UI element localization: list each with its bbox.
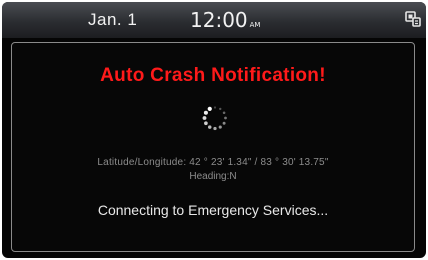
spinner-dot xyxy=(218,125,222,129)
spinner-dot xyxy=(207,106,212,112)
spinner-dot xyxy=(213,126,217,131)
status-date: Jan. 1 xyxy=(88,10,138,29)
dialog-title: Auto Crash Notification! xyxy=(100,65,326,86)
heading-direction: Heading:N xyxy=(189,171,237,182)
loading-spinner-icon xyxy=(202,106,227,131)
spinner-dot xyxy=(222,121,226,125)
spinner-dot xyxy=(203,110,208,115)
spinner-dot xyxy=(208,125,212,129)
clock-ampm: AM xyxy=(249,21,261,29)
spinner-dot xyxy=(219,107,222,111)
gps-coordinates: Latitude/Longitude: 42 ° 23' 1.34" / 83 … xyxy=(97,157,329,168)
head-unit-screen: Jan. 1 12:00 AM Auto Crash Notification! … xyxy=(2,2,426,258)
crash-notification-dialog: Auto Crash Notification! Latitude/Longit… xyxy=(11,42,415,252)
spinner-dot xyxy=(213,106,217,109)
phone-connected-icon xyxy=(405,11,421,27)
status-clock: 12:00 AM xyxy=(190,8,260,32)
spinner-dot xyxy=(222,111,226,115)
status-bar: Jan. 1 12:00 AM xyxy=(2,2,426,38)
connecting-message: Connecting to Emergency Services... xyxy=(97,202,329,218)
clock-time: 12:00 xyxy=(190,8,248,32)
spinner-dot xyxy=(224,116,227,120)
spinner-dot xyxy=(204,121,208,126)
spinner-dot xyxy=(202,116,207,120)
